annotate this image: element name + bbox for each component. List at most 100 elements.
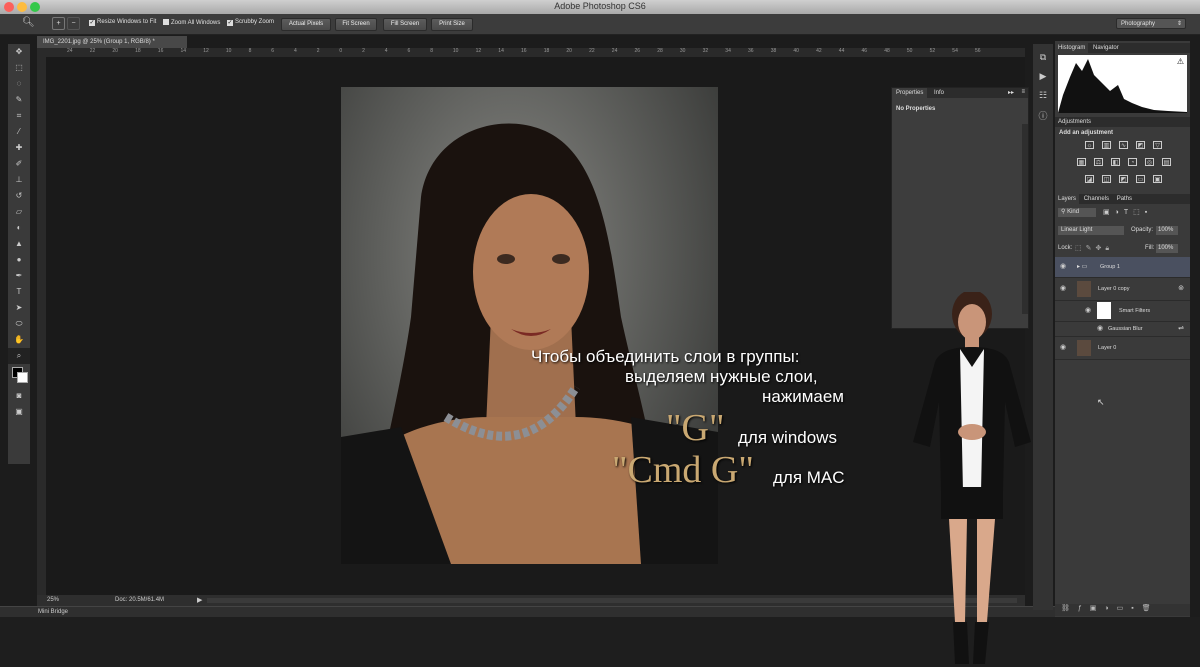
quick-selection-tool-icon[interactable]: ✎ bbox=[8, 92, 30, 108]
layer-row-layer-0-copy[interactable]: ◉ Layer 0 copy ⊚ bbox=[1055, 278, 1190, 301]
color-balance-icon[interactable]: ⚖ bbox=[1094, 158, 1103, 166]
smart-object-icon: ⊚ bbox=[1178, 285, 1184, 292]
lasso-tool-icon[interactable]: ◌ bbox=[8, 76, 30, 92]
screen-mode-icon[interactable]: ▣ bbox=[8, 404, 30, 420]
layer-row-group-1[interactable]: ◉ ▸ ▭ Group 1 bbox=[1055, 257, 1190, 278]
history-brush-tool-icon[interactable]: ↺ bbox=[8, 188, 30, 204]
eyedropper-tool-icon[interactable]: ⁄ bbox=[8, 124, 30, 140]
workspace-dropdown[interactable]: Photography ⇕ bbox=[1116, 18, 1186, 29]
black-white-icon[interactable]: ◧ bbox=[1111, 158, 1120, 166]
panel-collapse-icon[interactable]: ▸▸ bbox=[1008, 89, 1014, 96]
brightness-contrast-icon[interactable]: ☼ bbox=[1085, 141, 1094, 149]
status-menu-arrow-icon[interactable]: ▶ bbox=[197, 596, 202, 604]
fill-screen-button[interactable]: Fill Screen bbox=[383, 18, 427, 31]
horizontal-scrollbar[interactable] bbox=[207, 598, 1017, 603]
tab-properties[interactable]: Properties bbox=[892, 88, 928, 98]
channel-mixer-icon[interactable]: ◎ bbox=[1145, 158, 1154, 166]
tab-layers[interactable]: Layers bbox=[1055, 194, 1080, 204]
print-size-button[interactable]: Print Size bbox=[431, 18, 473, 31]
ellipse-tool-icon[interactable]: ⬭ bbox=[8, 316, 30, 332]
layer-row-layer-0[interactable]: ◉ Layer 0 bbox=[1055, 337, 1190, 360]
layer-filter-icons[interactable]: ▣◑T⬚▪ bbox=[1103, 208, 1152, 216]
opacity-field[interactable]: 100% bbox=[1156, 226, 1178, 235]
layer-row-smart-filters[interactable]: ◉ Smart Filters bbox=[1055, 301, 1190, 322]
exposure-icon[interactable]: ◩ bbox=[1136, 141, 1145, 149]
layer-thumbnail bbox=[1077, 281, 1091, 297]
histogram-warning-icon[interactable]: ⚠ bbox=[1177, 57, 1184, 66]
visibility-eye-icon[interactable]: ◉ bbox=[1060, 278, 1066, 300]
for-windows-label: для windows bbox=[738, 428, 837, 447]
info-icon[interactable]: ⓘ bbox=[1033, 109, 1053, 122]
resize-windows-checkbox[interactable]: ✓ Resize Windows to Fit bbox=[89, 19, 156, 26]
scrubby-zoom-checkbox[interactable]: ✓ Scrubby Zoom bbox=[227, 19, 274, 26]
hue-saturation-icon[interactable]: ▦ bbox=[1077, 158, 1086, 166]
vibrance-icon[interactable]: ▽ bbox=[1153, 141, 1162, 149]
ruler-tick-label: 38 bbox=[770, 48, 777, 54]
lock-icons[interactable]: ⬚✎✥🔒︎ bbox=[1075, 244, 1113, 253]
fill-field[interactable]: 100% bbox=[1156, 244, 1178, 253]
ruler-tick-label: 24 bbox=[611, 48, 618, 54]
tools-panel: ✥ ⬚ ◌ ✎ ⌗ ⁄ ✚ ✐ ⊥ ↺ ▱ ◐ ▲ ● ✒ T ➤ ⬭ ✋ ⌕ … bbox=[8, 44, 30, 464]
tab-paths[interactable]: Paths bbox=[1114, 196, 1135, 202]
ruler-tick-label: 26 bbox=[634, 48, 641, 54]
zoom-out-icon[interactable]: − bbox=[67, 17, 80, 30]
healing-brush-tool-icon[interactable]: ✚ bbox=[8, 140, 30, 156]
zoom-tool-icon[interactable]: ⌕ bbox=[8, 348, 30, 364]
invert-icon[interactable]: ◪ bbox=[1085, 175, 1094, 183]
quick-mask-icon[interactable]: ◙ bbox=[8, 388, 30, 404]
zoom-tool-icon[interactable]: 🔍︎ bbox=[22, 17, 35, 28]
mini-bridge-tab[interactable]: Mini Bridge bbox=[38, 609, 68, 615]
blur-tool-icon[interactable]: ▲ bbox=[8, 236, 30, 252]
brush-presets-icon[interactable]: ☷ bbox=[1033, 90, 1053, 101]
brush-tool-icon[interactable]: ✐ bbox=[8, 156, 30, 172]
gradient-map-icon[interactable]: ▭ bbox=[1136, 175, 1145, 183]
ruler-tick-label: 2 bbox=[362, 48, 365, 54]
zoom-all-windows-checkbox[interactable]: Zoom All Windows bbox=[163, 19, 220, 26]
visibility-eye-icon[interactable]: ◉ bbox=[1060, 337, 1066, 359]
marquee-tool-icon[interactable]: ⬚ bbox=[8, 60, 30, 76]
visibility-eye-icon[interactable]: ◉ bbox=[1060, 257, 1066, 277]
clone-stamp-tool-icon[interactable]: ⊥ bbox=[8, 172, 30, 188]
photo-filter-icon[interactable]: ◔ bbox=[1128, 158, 1137, 166]
visibility-eye-icon[interactable]: ◉ bbox=[1085, 301, 1091, 321]
hand-tool-icon[interactable]: ✋ bbox=[8, 332, 30, 348]
layers-footer-icons[interactable]: ⛓ƒ▣◑▭▪🗑︎ bbox=[1055, 604, 1190, 616]
actions-play-icon[interactable]: ▶ bbox=[1033, 71, 1053, 82]
history-icon[interactable]: ⧉ bbox=[1033, 52, 1053, 63]
levels-icon[interactable]: ▥ bbox=[1102, 141, 1111, 149]
zoom-in-icon[interactable]: + bbox=[52, 17, 65, 30]
fit-screen-button[interactable]: Fit Screen bbox=[335, 18, 377, 31]
color-lookup-icon[interactable]: ▤ bbox=[1162, 158, 1171, 166]
curves-icon[interactable]: ∿ bbox=[1119, 141, 1128, 149]
tab-histogram[interactable]: Histogram bbox=[1055, 43, 1089, 53]
zoom-level[interactable]: 25% bbox=[47, 597, 59, 603]
tab-channels[interactable]: Channels bbox=[1081, 196, 1112, 202]
eraser-tool-icon[interactable]: ▱ bbox=[8, 204, 30, 220]
ruler-tick-label: 2 bbox=[316, 48, 320, 54]
kind-filter-dropdown[interactable]: ⚲ Kind bbox=[1058, 208, 1096, 217]
dodge-tool-icon[interactable]: ● bbox=[8, 252, 30, 268]
ruler-tick-label: 6 bbox=[271, 48, 275, 54]
portrait-photo[interactable] bbox=[341, 87, 718, 564]
layer-row-gaussian-blur[interactable]: ◉ Gaussian Blur ⇌ bbox=[1055, 322, 1190, 337]
move-tool-icon[interactable]: ✥ bbox=[8, 44, 30, 60]
color-swatches-icon[interactable] bbox=[8, 364, 30, 388]
blend-mode-dropdown[interactable]: Linear Light bbox=[1058, 226, 1124, 235]
threshold-icon[interactable]: ◩ bbox=[1119, 175, 1128, 183]
actual-pixels-button[interactable]: Actual Pixels bbox=[281, 18, 331, 31]
panel-menu-icon[interactable]: ≡ bbox=[1021, 89, 1025, 95]
visibility-eye-icon[interactable]: ◉ bbox=[1097, 322, 1103, 336]
filter-options-icon[interactable]: ⇌ bbox=[1178, 322, 1184, 336]
tab-info[interactable]: Info bbox=[930, 88, 948, 98]
options-bar: 🔍︎ + − ✓ Resize Windows to Fit Zoom All W… bbox=[0, 14, 1200, 35]
gradient-tool-icon[interactable]: ◐ bbox=[8, 220, 30, 236]
properties-scrollbar[interactable] bbox=[1022, 124, 1028, 314]
document-tab[interactable]: IMG_2201.jpg @ 25% (Group 1, RGB/8) * bbox=[37, 36, 187, 48]
posterize-icon[interactable]: ◫ bbox=[1102, 175, 1111, 183]
crop-tool-icon[interactable]: ⌗ bbox=[8, 108, 30, 124]
tab-navigator[interactable]: Navigator bbox=[1090, 45, 1122, 51]
selective-color-icon[interactable]: ▣ bbox=[1153, 175, 1162, 183]
pen-tool-icon[interactable]: ✒ bbox=[8, 268, 30, 284]
type-tool-icon[interactable]: T bbox=[8, 284, 30, 300]
path-selection-tool-icon[interactable]: ➤ bbox=[8, 300, 30, 316]
